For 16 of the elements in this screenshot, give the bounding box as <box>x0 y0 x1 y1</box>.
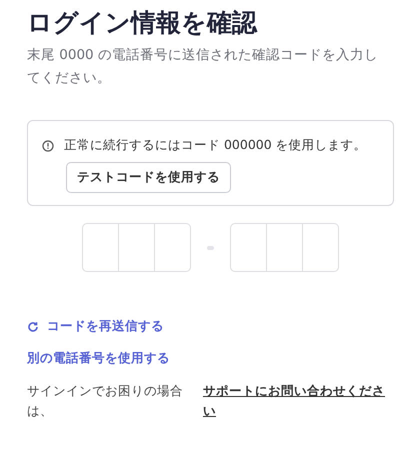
digit-field[interactable] <box>302 223 339 272</box>
notice-text: 正常に続行するにはコード 000000 を使用します。 <box>64 137 367 154</box>
page-title: ログイン情報を確認 <box>27 7 258 39</box>
digit-field[interactable] <box>154 223 191 272</box>
digit-field[interactable] <box>266 223 303 272</box>
info-icon <box>42 140 54 152</box>
help-text: サインインでお困りの場合は、 <box>27 382 184 420</box>
support-link[interactable]: サポートにお問い合わせください <box>203 381 394 421</box>
other-phone-link[interactable]: 別の電話番号を使用する <box>27 350 170 367</box>
instructions-text: 末尾 0000 の電話番号に送信された確認コードを入力してください。 <box>27 46 379 88</box>
use-test-code-button[interactable]: テストコードを使用する <box>66 162 231 193</box>
refresh-icon <box>27 320 39 332</box>
digit-field[interactable] <box>82 223 119 272</box>
resend-code-link[interactable]: コードを再送信する <box>27 318 164 335</box>
digit-field[interactable] <box>118 223 155 272</box>
digit-field[interactable] <box>230 223 267 272</box>
